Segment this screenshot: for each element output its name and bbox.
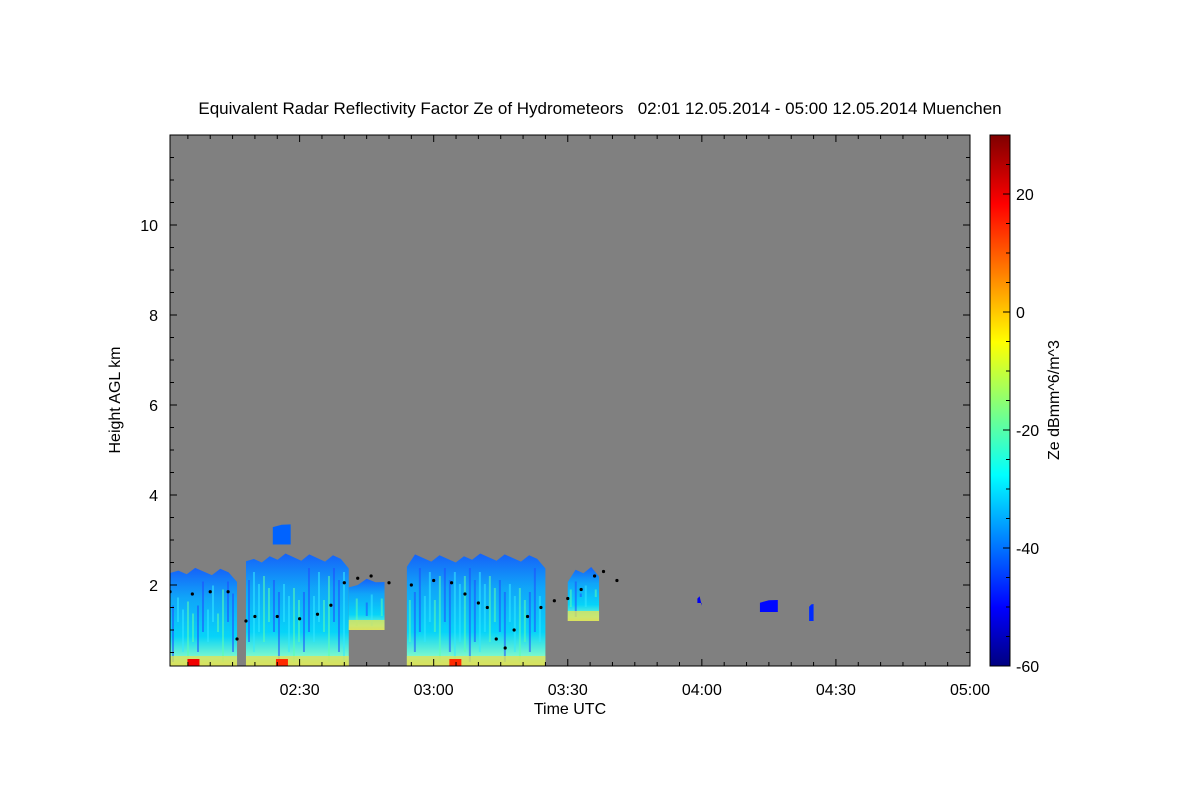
cloud-base-point (601, 569, 606, 574)
colorbar-label: Ze dBmm^6/m^3 (1046, 340, 1063, 460)
x-tick-label: 05:00 (950, 682, 990, 699)
surface-echo (245, 656, 349, 666)
cloud-base-point (525, 614, 530, 619)
cloud-base-point (226, 590, 230, 594)
cloud-base-point (298, 617, 302, 621)
x-axis-label: Time UTC (534, 701, 606, 718)
surface-echo (567, 611, 600, 621)
y-tick-label: 6 (149, 398, 158, 415)
max-echo-marker (187, 659, 200, 666)
cloud-base-point (275, 614, 279, 619)
colorbar-tick-label: 0 (1016, 305, 1025, 322)
x-tick-label: 03:00 (414, 682, 454, 699)
cloud-base-point (494, 637, 498, 641)
cloud-base-point (566, 596, 570, 601)
cloud-base-point (615, 578, 619, 583)
cloud-base-point (539, 605, 543, 610)
cloud-base-point (592, 574, 597, 578)
cloud-base-point (512, 628, 516, 632)
colorbar-tick-label: 20 (1016, 187, 1034, 204)
surface-echo (348, 620, 385, 630)
colorbar-tick-label: -60 (1016, 659, 1039, 676)
colorbar-tick-label: -40 (1016, 541, 1039, 558)
cloud-base-point (476, 601, 480, 605)
cloud-base-point (432, 578, 436, 583)
cloud-base-point (552, 599, 556, 603)
radar-reflectivity-chart: 02:30 03:00 03:30 04:00 04:30 05:00 2 4 6 8 10 Ti… (107, 134, 1063, 718)
x-tick-label: 02:30 (280, 682, 320, 699)
cloud-base-point (208, 590, 212, 594)
cloud-base-point (244, 619, 248, 623)
echo-region (272, 524, 291, 545)
x-tick-label: 03:30 (548, 682, 588, 699)
colorbar-tick-label: -20 (1016, 423, 1039, 440)
y-tick-label: 4 (149, 488, 158, 505)
x-tick-label: 04:00 (682, 682, 722, 699)
cloud-base-point (356, 576, 360, 580)
cloud-base-point (369, 574, 373, 578)
cloud-base-point (409, 583, 413, 587)
y-tick-label: 8 (149, 308, 158, 325)
surface-echo (170, 656, 238, 666)
cloud-base-point (463, 592, 467, 596)
cloud-base-point (579, 587, 583, 592)
cloud-base-point (449, 581, 454, 585)
y-tick-label: 10 (140, 218, 158, 235)
echo-region (809, 604, 814, 621)
y-axis-label: Height AGL km (107, 346, 124, 453)
x-tick-label: 04:30 (816, 682, 856, 699)
cloud-base-point (387, 581, 391, 585)
max-echo-marker (449, 659, 462, 666)
cloud-base-point (315, 612, 320, 616)
surface-echo (406, 656, 546, 666)
cloud-base-point (503, 646, 507, 650)
cloud-base-point (190, 592, 194, 596)
cloud-base-point (235, 637, 239, 641)
cloud-base-point (342, 581, 346, 585)
cloud-base-point (485, 605, 489, 610)
y-tick-label: 2 (149, 578, 158, 595)
cloud-base-point (253, 614, 257, 619)
cloud-base-point (329, 603, 333, 607)
